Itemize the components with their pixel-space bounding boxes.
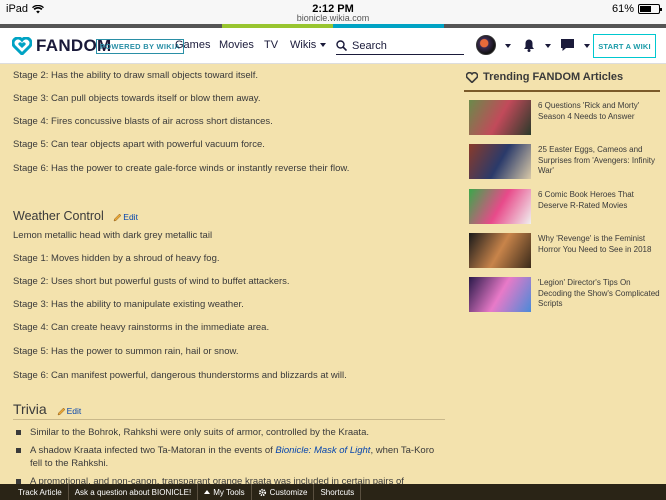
trending-article[interactable]: 6 Comic Book Heroes That Deserve R-Rated…: [469, 189, 664, 225]
nav-link-games[interactable]: Games: [175, 39, 210, 51]
search-placeholder: Search: [352, 39, 387, 52]
article-title[interactable]: 6 Comic Book Heroes That Deserve R-Rated…: [538, 190, 663, 211]
battery-percent: 61%: [611, 3, 634, 15]
chevron-down-icon: [320, 43, 327, 48]
powered-by-wikia: POWERED BY WIKIA: [96, 39, 185, 54]
article-thumbnail[interactable]: [469, 189, 531, 224]
avatar-chevron-icon[interactable]: [505, 44, 511, 48]
bottom-toolbar: Track Article Ask a question about BIONI…: [0, 484, 666, 500]
trivia-heading: Trivia Edit: [13, 401, 82, 417]
my-tools-button[interactable]: My Tools: [198, 484, 252, 500]
bell-icon[interactable]: [522, 37, 536, 53]
start-a-wiki-button[interactable]: START A WIKI: [593, 34, 656, 58]
mask-of-light-link[interactable]: Bionicle: Mask of Light: [275, 445, 370, 456]
wind-stage-4: Stage 4: Fires concussive blasts of air …: [13, 116, 273, 127]
messages-chevron-icon[interactable]: [584, 44, 590, 48]
article-thumbnail[interactable]: [469, 100, 531, 135]
wind-stage-2: Stage 2: Has the ability to draw small o…: [13, 70, 259, 81]
customize-button[interactable]: Customize: [252, 484, 315, 500]
ios-status-bar: iPad 2:12 PM bionicle.wikia.com 61%: [0, 0, 666, 24]
edit-link[interactable]: Edit: [57, 406, 81, 416]
shortcuts-button[interactable]: Shortcuts: [314, 484, 362, 500]
pencil-icon: [57, 407, 65, 416]
article-title[interactable]: Why 'Revenge' is the Feminist Horror You…: [538, 234, 663, 255]
article-title[interactable]: 25 Easter Eggs, Cameos and Surprises fro…: [538, 145, 663, 177]
nav-link-movies[interactable]: Movies: [219, 39, 254, 51]
caret-up-icon: [204, 490, 211, 494]
wind-stage-6: Stage 6: Has the power to create gale-fo…: [13, 163, 350, 174]
trending-article[interactable]: 25 Easter Eggs, Cameos and Surprises fro…: [469, 144, 664, 180]
nav-link-tv[interactable]: TV: [264, 39, 278, 51]
fandom-nav: FANDOM POWERED BY WIKIA Games Movies TV …: [0, 28, 666, 64]
search-icon: [336, 40, 347, 51]
trivia-item: Similar to the Bohrok, Rahkshi were only…: [16, 426, 440, 439]
article-title[interactable]: 6 Questions 'Rick and Morty' Season 4 Ne…: [538, 101, 663, 122]
track-article-button[interactable]: Track Article: [0, 484, 69, 500]
url-bar[interactable]: bionicle.wikia.com: [0, 13, 666, 23]
trending-title: Trending FANDOM Articles: [466, 71, 623, 83]
article-thumbnail[interactable]: [469, 233, 531, 268]
trending-article[interactable]: 6 Questions 'Rick and Morty' Season 4 Ne…: [469, 100, 664, 136]
ask-question-button[interactable]: Ask a question about BIONICLE!: [69, 484, 199, 500]
gear-icon: [258, 488, 266, 496]
notifications-chevron-icon[interactable]: [545, 44, 551, 48]
fandom-heart-icon: [12, 37, 32, 55]
weather-stage-3: Stage 3: Has the ability to manipulate e…: [13, 299, 244, 310]
nav-link-wikis[interactable]: Wikis: [290, 39, 327, 51]
trending-article[interactable]: Why 'Revenge' is the Feminist Horror You…: [469, 233, 664, 269]
article-title[interactable]: 'Legion' Director's Tips On Decoding the…: [538, 278, 663, 310]
weather-stage-5: Stage 5: Has the power to summon rain, h…: [13, 346, 239, 357]
avatar[interactable]: [476, 35, 496, 55]
weather-control-heading: Weather Control Edit: [13, 209, 138, 223]
section-divider: [13, 419, 445, 420]
article-content: Stage 2: Has the ability to draw small o…: [0, 64, 666, 484]
weather-description: Lemon metallic head with dark grey metal…: [13, 230, 213, 241]
trivia-item: A shadow Kraata infected two Ta-Matoran …: [16, 444, 440, 470]
search-input[interactable]: Search: [336, 37, 464, 55]
weather-stage-1: Stage 1: Moves hidden by a shroud of hea…: [13, 253, 220, 264]
trivia-item: A promotional, and non-canon, transparan…: [16, 475, 440, 484]
fandom-heart-icon: [466, 71, 478, 83]
edit-link[interactable]: Edit: [113, 212, 138, 222]
pencil-icon: [113, 213, 122, 222]
wind-stage-3: Stage 3: Can pull objects towards itself…: [13, 93, 261, 104]
wind-stage-5: Stage 5: Can tear objects apart with pow…: [13, 139, 265, 150]
article-thumbnail[interactable]: [469, 277, 531, 312]
article-thumbnail[interactable]: [469, 144, 531, 179]
battery-icon: [638, 4, 662, 14]
trending-article[interactable]: 'Legion' Director's Tips On Decoding the…: [469, 277, 664, 313]
weather-stage-4: Stage 4: Can create heavy rainstorms in …: [13, 322, 270, 333]
chat-icon[interactable]: [560, 38, 575, 52]
weather-stage-6: Stage 6: Can manifest powerful, dangerou…: [13, 370, 347, 381]
weather-stage-2: Stage 2: Uses short but powerful gusts o…: [13, 276, 290, 287]
